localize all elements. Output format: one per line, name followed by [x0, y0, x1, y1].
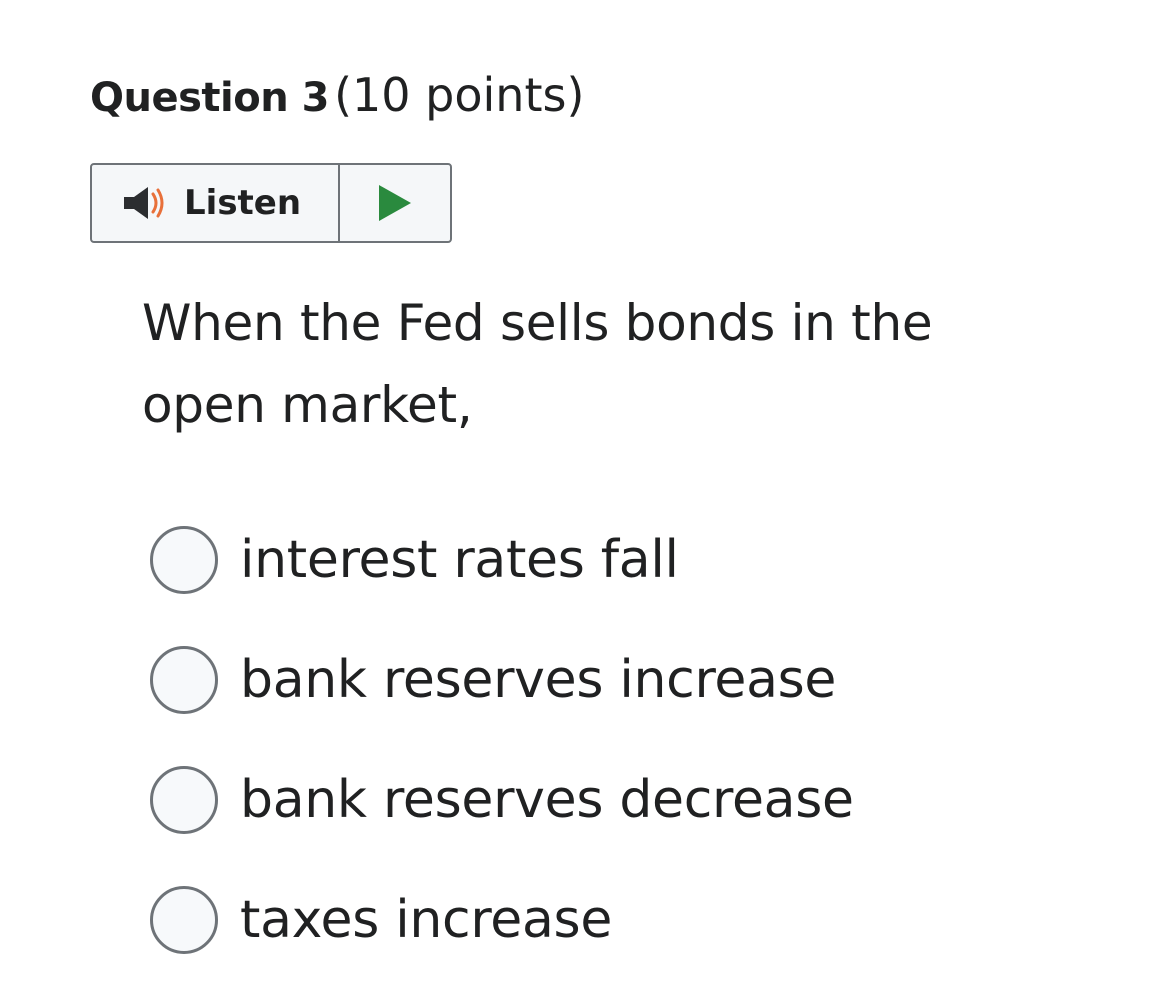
option-label: taxes increase	[240, 890, 613, 950]
answer-option[interactable]: taxes increase	[150, 880, 854, 960]
option-label: bank reserves increase	[240, 650, 837, 710]
answer-options: interest rates fall bank reserves increa…	[150, 520, 854, 1000]
radio-button[interactable]	[150, 766, 218, 834]
question-title: Question 3	[90, 75, 329, 121]
listen-button[interactable]: Listen	[92, 165, 340, 241]
answer-option[interactable]: bank reserves decrease	[150, 760, 854, 840]
speaker-icon	[122, 183, 170, 223]
listen-widget: Listen	[90, 163, 452, 243]
listen-label: Listen	[184, 183, 302, 223]
question-text: When the Fed sells bonds in the open mar…	[142, 294, 933, 434]
question-points: (10 points)	[334, 68, 585, 122]
radio-button[interactable]	[150, 646, 218, 714]
question-header: Question 3 (10 points)	[90, 68, 584, 122]
answer-option[interactable]: bank reserves increase	[150, 640, 854, 720]
answer-option[interactable]: interest rates fall	[150, 520, 854, 600]
play-button[interactable]	[340, 165, 450, 241]
radio-button[interactable]	[150, 526, 218, 594]
radio-button[interactable]	[150, 886, 218, 954]
option-label: interest rates fall	[240, 530, 679, 590]
option-label: bank reserves decrease	[240, 770, 854, 830]
play-icon	[375, 183, 415, 223]
